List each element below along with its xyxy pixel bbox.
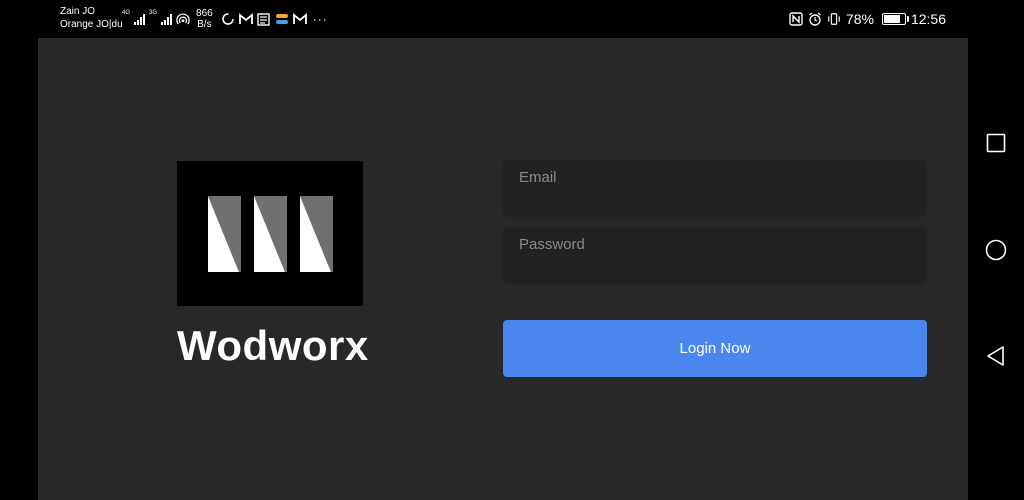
- status-bar: Zain JO Orange JO|du 4G 3G 866 B/s ··· 7…: [0, 0, 968, 38]
- login-button[interactable]: Login Now: [503, 320, 927, 377]
- battery-icon: [881, 13, 909, 25]
- status-right-icons: 78% 12:56: [789, 9, 946, 29]
- vibrate-icon: [827, 12, 841, 26]
- carrier-primary: Zain JO: [60, 6, 96, 17]
- sync-icon: [221, 12, 235, 26]
- battery-level-fill: [883, 15, 900, 23]
- signal-strength-2-icon: [161, 13, 173, 25]
- clock: 12:56: [910, 11, 946, 27]
- logo-mark-icon: [208, 196, 333, 272]
- network-speed: 866 B/s: [196, 8, 213, 30]
- network-speed-unit: B/s: [197, 19, 212, 30]
- hotspot-icon: [176, 12, 190, 26]
- app-notification-icon: [275, 12, 289, 26]
- email-field[interactable]: [503, 160, 927, 217]
- login-screen: Wodworx Login Now: [38, 38, 968, 500]
- carrier-secondary: Orange JO|du: [60, 19, 123, 30]
- brand-name: Wodworx: [177, 322, 369, 369]
- battery-percentage: 78%: [845, 11, 874, 27]
- password-field[interactable]: [503, 227, 927, 284]
- navigation-bar: [968, 0, 1024, 500]
- device-screen: Zain JO Orange JO|du 4G 3G 866 B/s ··· 7…: [0, 0, 1024, 500]
- network-type-1: 4G: [122, 10, 131, 16]
- carrier-info: Zain JO Orange JO|du: [60, 5, 123, 31]
- network-type-2: 3G: [149, 10, 158, 16]
- alarm-icon: [808, 12, 822, 26]
- gmail-icon: [238, 12, 253, 26]
- back-button[interactable]: [984, 344, 1008, 368]
- signal-strength-1-icon: [134, 13, 146, 25]
- wodworx-logo: [177, 161, 363, 306]
- home-button[interactable]: [984, 238, 1008, 262]
- square-icon: [986, 133, 1006, 153]
- circle-icon: [985, 239, 1007, 261]
- email-field-container: [503, 160, 927, 217]
- more-notifications-icon: ···: [312, 12, 328, 26]
- password-field-container: [503, 227, 927, 284]
- recent-apps-button[interactable]: [984, 131, 1008, 155]
- nfc-icon: [789, 12, 803, 26]
- triangle-back-icon: [987, 346, 1004, 366]
- status-left-icons: 4G 3G 866 B/s ···: [122, 8, 328, 30]
- network-speed-value: 866: [196, 8, 213, 19]
- news-icon: [257, 12, 271, 26]
- gmail-icon-2: [292, 12, 307, 26]
